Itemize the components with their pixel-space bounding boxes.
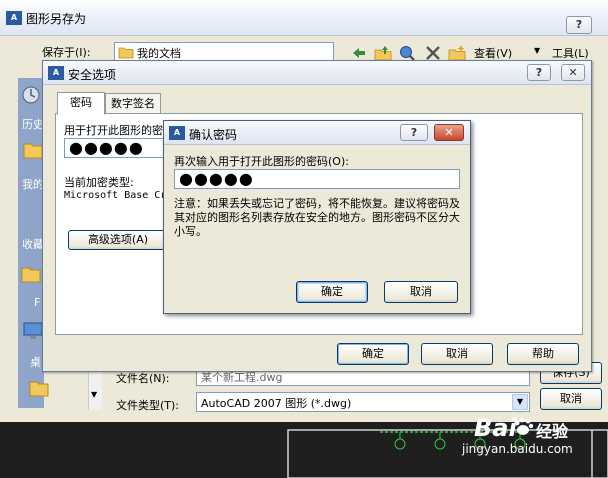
filetype-dropdown-icon[interactable]: ▼ [512,394,528,410]
autocad-app-icon: A [169,126,185,140]
view-dropdown-icon[interactable]: ▼ [534,46,540,55]
confirm-title: 确认密码 [189,128,238,142]
open-password-label: 用于打开此图形的密 [64,124,163,137]
security-title: 安全选项 [68,68,117,82]
confirm-prompt: 再次输入用于打开此图形的密码(O): [174,155,349,168]
folder-icon [118,47,134,59]
encryption-type-label: 当前加密类型: [64,176,134,189]
save-as-titlebar: A 图形另存为 ? [0,0,608,36]
confirm-ok-button[interactable]: 确定 [296,281,368,303]
filetype-value: AutoCAD 2007 图形 (*.dwg) [201,397,352,410]
watermark-brand: Bai [474,414,517,442]
baidu-paw-icon [514,417,534,435]
my-documents-icon[interactable] [22,138,44,160]
confirm-help-button[interactable]: ? [400,124,428,141]
tab-password[interactable]: 密码 [57,92,105,115]
confirm-password-input[interactable]: ●●●●● [174,169,460,189]
place-documents-label: 我的 [22,178,44,191]
confirm-password-dialog: A 确认密码 ? ✕ 再次输入用于打开此图形的密码(O): ●●●●● 注意：如… [163,120,471,314]
save-in-label: 保存于(I): [42,46,91,59]
filename-label: 文件名(N): [116,372,170,385]
drawing-area: Bai 经验 jingyan.baidu.com [0,414,608,478]
place-history-label: 历史 [22,118,44,131]
history-icon[interactable] [20,84,42,106]
security-titlebar: A 安全选项 ? ✕ [43,61,591,85]
filetype-select[interactable]: AutoCAD 2007 图形 (*.dwg) ▼ [196,392,530,412]
confirm-titlebar: A 确认密码 ? ✕ [164,121,470,145]
security-close-button[interactable]: ✕ [561,64,585,81]
save-in-combo[interactable]: 我的文档 [114,42,334,62]
place-favorites-label: 收藏 [22,238,44,251]
confirm-password-mask: ●●●●● [179,169,254,188]
encryption-type-value: Microsoft Base Cr [64,190,167,201]
autocad-app-icon: A [48,66,64,80]
ftp-folder-icon[interactable] [20,262,42,284]
autocad-app-icon: A [6,11,22,25]
security-help-text-button[interactable]: 帮助 [507,343,579,365]
save-in-value: 我的文档 [137,47,181,60]
security-cancel-button[interactable]: 取消 [421,343,493,365]
confirm-close-button[interactable]: ✕ [434,124,464,141]
security-help-button[interactable]: ? [527,64,551,81]
desktop-icon[interactable] [22,320,44,342]
tab-digital-signature[interactable]: 数字签名 [105,93,161,114]
password-mask: ●●●●● [69,138,144,157]
confirm-note: 注意：如果丢失或忘记了密码，将不能恢复。建议将密码及其对应的图形名列表存放在安全… [174,197,460,238]
advanced-options-button[interactable]: 高级选项(A) [68,230,168,250]
watermark-suffix: 经验 [536,422,569,441]
view-menu[interactable]: 查看(V) [474,45,512,61]
security-ok-button[interactable]: 确定 [337,343,409,365]
place-desktop-label: 桌 [30,356,41,369]
filetype-label: 文件类型(T): [116,399,180,412]
save-as-title: 图形另存为 [26,12,87,26]
save-as-cancel-button[interactable]: 取消 [540,388,602,410]
buzzsaw-folder-icon[interactable] [28,376,50,398]
scroll-down-icon[interactable]: ▼ [91,390,97,399]
watermark-url: jingyan.baidu.com [462,442,573,456]
save-as-help-button[interactable]: ? [566,16,592,34]
tools-menu[interactable]: 工具(L) [552,45,589,61]
confirm-cancel-button[interactable]: 取消 [384,281,458,303]
